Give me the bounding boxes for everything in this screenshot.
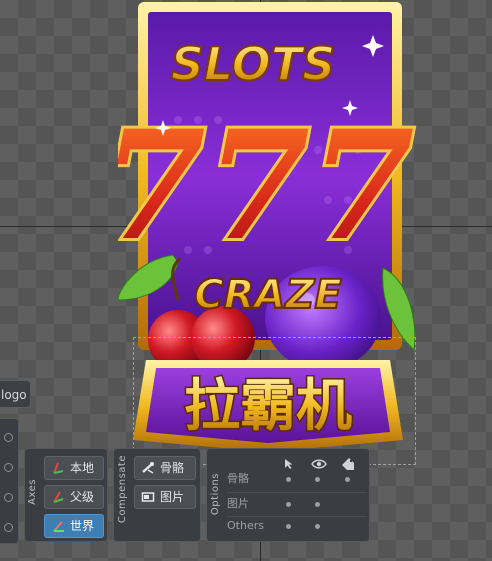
compensate-bones-button[interactable]: 骨骼	[134, 456, 196, 480]
others-select-dot[interactable]	[286, 524, 291, 529]
compensate-images-label: 图片	[160, 490, 185, 504]
left-tool-strip	[0, 418, 19, 544]
axes-icon	[53, 521, 64, 532]
image-icon	[141, 492, 155, 502]
axes-local-button[interactable]: 本地	[44, 456, 104, 480]
axes-icon	[53, 491, 64, 503]
pin-icon[interactable]	[4, 523, 13, 532]
logo-bone-label[interactable]: logo	[0, 380, 31, 408]
axes-parent-label: 父级	[70, 490, 95, 504]
compensate-panel: Compensate 骨骼 图片	[113, 448, 201, 542]
options-row-bones-label: 骨骼	[227, 472, 249, 485]
pin-icon[interactable]	[4, 433, 13, 442]
images-select-dot[interactable]	[286, 502, 291, 507]
pin-icon[interactable]	[4, 463, 13, 472]
options-row-others-label: Others	[227, 519, 264, 532]
options-panel: Options 骨骼 图片 Others	[206, 448, 370, 542]
bones-select-dot[interactable]	[286, 477, 291, 482]
axes-icon	[53, 462, 64, 474]
compensate-label: Compensate	[117, 455, 128, 524]
bones-names-dot[interactable]	[345, 477, 350, 482]
pin-icon[interactable]	[4, 493, 13, 502]
compensate-bones-label: 骨骼	[160, 461, 185, 475]
axes-parent-button[interactable]: 父级	[44, 485, 104, 509]
slots-title: SLOTS	[171, 37, 335, 91]
craze-subtitle: CRAZE	[194, 272, 341, 318]
images-visible-dot[interactable]	[315, 502, 320, 507]
options-row-others: Others	[227, 516, 367, 536]
options-divider	[227, 492, 367, 493]
bones-visible-dot[interactable]	[315, 477, 320, 482]
options-row-bones: 骨骼	[227, 469, 367, 489]
bone-icon	[142, 462, 154, 474]
options-row-images-label: 图片	[227, 497, 249, 510]
axes-world-label: 世界	[70, 519, 95, 533]
axes-local-label: 本地	[70, 461, 95, 475]
axes-panel: Axes 本地 父级 世界	[24, 448, 108, 542]
axes-world-button[interactable]: 世界	[44, 514, 104, 538]
selection-bounds	[133, 337, 416, 465]
others-visible-dot[interactable]	[315, 524, 320, 529]
options-label: Options	[210, 473, 221, 516]
axes-label: Axes	[27, 479, 38, 505]
compensate-images-button[interactable]: 图片	[134, 485, 196, 509]
options-row-images: 图片	[227, 494, 367, 514]
